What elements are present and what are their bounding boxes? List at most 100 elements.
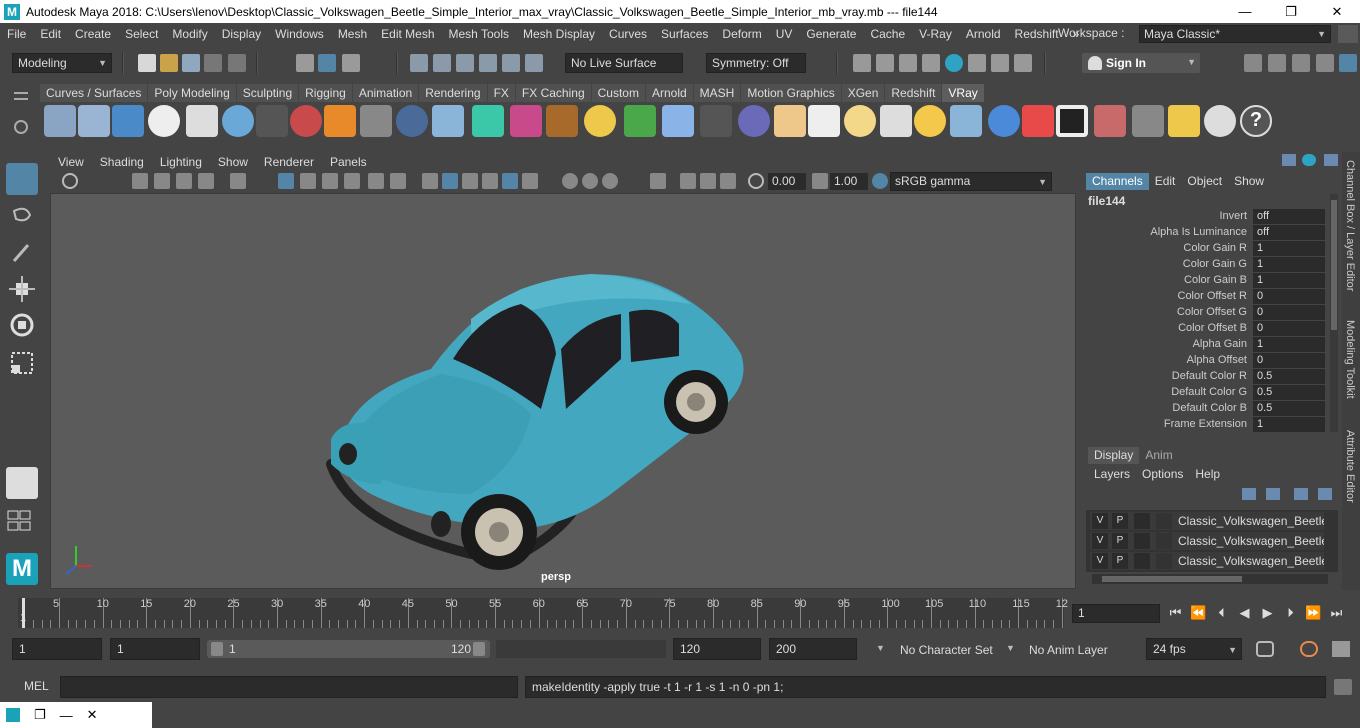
tab-poly-modeling[interactable]: Poly Modeling <box>148 84 236 102</box>
wireframe-on-shaded-icon[interactable] <box>462 173 478 189</box>
save-scene-icon[interactable] <box>182 54 200 72</box>
layer-menu-help[interactable]: Help <box>1189 466 1226 483</box>
attr-row[interactable]: Frame Extension 1 <box>1082 417 1327 433</box>
attr-value[interactable]: 0 <box>1253 353 1325 368</box>
character-set-chevron-down-icon[interactable]: ▼ <box>876 643 885 653</box>
tab-mash[interactable]: MASH <box>693 84 741 102</box>
shelf-tabs-menu-icon[interactable] <box>14 92 28 100</box>
gamma-icon[interactable] <box>812 173 828 189</box>
attr-value[interactable]: 0 <box>1253 305 1325 320</box>
layer-visibility-toggle[interactable]: V <box>1092 513 1108 529</box>
vray-particles-icon[interactable] <box>662 105 694 137</box>
layer-playback-toggle[interactable]: P <box>1112 553 1128 569</box>
exposure-icon[interactable] <box>748 173 764 189</box>
tab-channels[interactable]: Channels <box>1086 173 1149 190</box>
vray-light-icon[interactable] <box>432 105 464 137</box>
anim-layer-chevron-down-icon[interactable]: ▼ <box>1006 643 1015 653</box>
layer-color-icon[interactable] <box>1156 513 1172 529</box>
attr-value[interactable]: 0.5 <box>1253 401 1325 416</box>
animation-preferences-icon[interactable] <box>1332 641 1350 657</box>
channel-box-toggle-icon[interactable] <box>1302 154 1316 166</box>
animation-end-field[interactable]: 200 <box>769 638 857 660</box>
attr-row[interactable]: Default Color G 0.5 <box>1082 385 1327 401</box>
vray-settings-icon[interactable] <box>1132 105 1164 137</box>
attr-value[interactable]: 1 <box>1253 417 1325 432</box>
tab-anim[interactable]: Anim <box>1139 447 1178 464</box>
tab-animation[interactable]: Animation <box>352 84 419 102</box>
attr-row[interactable]: Color Offset B 0 <box>1082 321 1327 337</box>
tab-object[interactable]: Object <box>1181 173 1228 190</box>
vray-plane-icon[interactable] <box>360 105 392 137</box>
command-language-toggle[interactable]: MEL <box>24 679 49 693</box>
attr-value[interactable]: off <box>1253 209 1325 224</box>
script-editor-icon[interactable] <box>1334 679 1352 695</box>
rotate-tool-icon[interactable] <box>6 309 38 341</box>
viewport-perspective[interactable]: persp <box>50 193 1076 589</box>
attr-row[interactable]: Alpha Is Luminance off <box>1082 225 1327 241</box>
attr-row[interactable]: Alpha Offset 0 <box>1082 353 1327 369</box>
ambient-occlusion-icon[interactable] <box>562 173 578 189</box>
menu-deform[interactable]: Deform <box>715 27 768 41</box>
fps-select[interactable]: 24 fps ▼ <box>1146 638 1242 660</box>
isolate-select-icon[interactable] <box>650 173 666 189</box>
render-settings-icon[interactable] <box>922 54 940 72</box>
vray-sphere-icon[interactable] <box>396 105 428 137</box>
attr-value[interactable]: 0.5 <box>1253 385 1325 400</box>
vray-material-icon[interactable] <box>44 105 76 137</box>
select-camera-icon[interactable] <box>62 173 78 189</box>
xray-joints-icon[interactable] <box>720 173 736 189</box>
attr-row[interactable]: Default Color R 0.5 <box>1082 369 1327 385</box>
layer-menu-layers[interactable]: Layers <box>1088 466 1136 483</box>
modeling-toolkit-icon[interactable] <box>1244 54 1262 72</box>
use-lights-icon[interactable] <box>502 173 518 189</box>
move-tool-icon[interactable] <box>6 273 38 305</box>
attr-row[interactable]: Color Gain G 1 <box>1082 257 1327 273</box>
workspace-toggle-icon[interactable] <box>1338 25 1358 43</box>
layer-h-scrollbar-thumb[interactable] <box>1102 576 1242 582</box>
menu-vray[interactable]: V-Ray <box>912 27 959 41</box>
vray-curve-icon[interactable] <box>700 105 732 137</box>
vray-env-fog-icon[interactable] <box>472 105 504 137</box>
vray-dome-icon[interactable] <box>584 105 616 137</box>
menu-edit[interactable]: Edit <box>33 27 68 41</box>
scale-tool-icon[interactable] <box>6 347 38 379</box>
menu-surfaces[interactable]: Surfaces <box>654 27 715 41</box>
time-slider[interactable]: 5 10 15 20 25 30 35 40 45 50 55 60 65 70 75 80 85 90 95 100… <box>18 598 1068 628</box>
move-layer-down-icon[interactable] <box>1266 488 1280 500</box>
vray-log-icon[interactable] <box>186 105 218 137</box>
mini-restore-button[interactable]: ❐ <box>34 707 46 723</box>
menu-windows[interactable]: Windows <box>268 27 331 41</box>
exposure-field[interactable]: 0.00 <box>768 173 806 190</box>
playback-start-field[interactable]: 1 <box>110 638 200 660</box>
image-plane-icon[interactable] <box>176 173 192 189</box>
play-forwards-button[interactable]: ▶ <box>1256 605 1279 621</box>
hypershade-icon[interactable] <box>945 54 963 72</box>
redo-icon[interactable] <box>228 54 246 72</box>
menu-file[interactable]: File <box>0 27 33 41</box>
vray-mesh-light-icon[interactable] <box>738 105 770 137</box>
attr-value[interactable]: off <box>1253 225 1325 240</box>
layer-display-type[interactable] <box>1134 513 1150 529</box>
attr-value[interactable]: 0 <box>1253 289 1325 304</box>
layer-menu-options[interactable]: Options <box>1136 466 1189 483</box>
resolution-gate-icon[interactable] <box>322 173 338 189</box>
vray-frame-buffer-icon[interactable] <box>112 105 144 137</box>
channel-box-option-icon[interactable] <box>1282 154 1296 166</box>
layer-visibility-toggle[interactable]: V <box>1092 553 1108 569</box>
snap-to-curve-icon[interactable] <box>433 54 451 72</box>
menu-arnold[interactable]: Arnold <box>959 27 1008 41</box>
menu-display[interactable]: Display <box>215 27 268 41</box>
viewport-menu-show[interactable]: Show <box>210 155 256 169</box>
tab-xgen[interactable]: XGen <box>841 84 885 102</box>
menu-mesh-tools[interactable]: Mesh Tools <box>442 27 516 41</box>
vray-fur-icon[interactable] <box>624 105 656 137</box>
minimize-button[interactable]: — <box>1222 0 1268 23</box>
shadows-icon[interactable] <box>522 173 538 189</box>
minimized-window[interactable]: ❐ — ✕ <box>0 702 152 728</box>
menu-select[interactable]: Select <box>118 27 165 41</box>
snap-to-grid-icon[interactable] <box>410 54 428 72</box>
menu-modify[interactable]: Modify <box>165 27 214 41</box>
vray-checker-icon[interactable] <box>1056 105 1088 137</box>
select-by-component-icon[interactable] <box>342 54 360 72</box>
motion-blur-icon[interactable] <box>582 173 598 189</box>
